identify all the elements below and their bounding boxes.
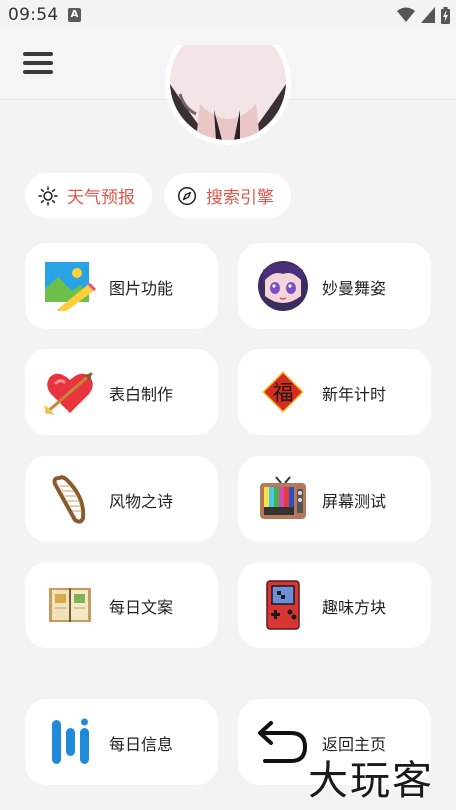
bars-logo-icon: [44, 716, 96, 768]
heart-arrow-icon: [44, 366, 96, 418]
fu-character: 福: [273, 381, 294, 405]
search-engine-chip[interactable]: 搜索引擎: [164, 173, 291, 218]
anime-avatar-icon: [257, 260, 309, 312]
menu-icon[interactable]: [23, 52, 53, 76]
status-icons: [397, 6, 450, 24]
battery-icon: [441, 6, 450, 24]
search-engine-chip-label: 搜索引擎: [206, 188, 274, 208]
card-picture-functions[interactable]: 图片功能: [25, 243, 218, 329]
weather-chip[interactable]: 天气预报: [25, 173, 152, 218]
picture-icon: [44, 260, 96, 312]
compass-icon: [177, 186, 197, 205]
tv-icon: [257, 473, 309, 525]
book-icon: [44, 579, 96, 631]
card-daily-info[interactable]: 每日信息: [25, 699, 218, 785]
card-label: 妙曼舞姿: [322, 279, 387, 298]
card-label: 新年计时: [322, 385, 387, 404]
card-label: 风物之诗: [109, 492, 174, 511]
card-fun-blocks[interactable]: 趣味方块: [238, 562, 431, 648]
watermark: 大玩客: [308, 758, 434, 804]
card-label: 每日文案: [109, 598, 174, 617]
fu-icon: 福: [257, 366, 309, 418]
card-label: 趣味方块: [322, 598, 387, 617]
card-daily-copywriting[interactable]: 每日文案: [25, 562, 218, 648]
card-confession[interactable]: 表白制作: [25, 349, 218, 435]
signal-icon: [421, 7, 435, 23]
avatar-image: [165, 45, 291, 145]
game-console-icon: [257, 579, 309, 631]
profile-avatar[interactable]: [165, 45, 291, 145]
card-label: 表白制作: [109, 385, 174, 404]
notification-icon: A: [68, 8, 81, 22]
card-label: 每日信息: [109, 735, 174, 754]
card-new-year-countdown[interactable]: 福 新年计时: [238, 349, 431, 435]
status-time: 09:54: [8, 5, 59, 25]
card-screen-test[interactable]: 屏幕测试: [238, 456, 431, 542]
back-arrow-icon: [257, 716, 309, 768]
status-bar: 09:54 A: [0, 0, 456, 30]
card-poetry[interactable]: 风物之诗: [25, 456, 218, 542]
card-label: 图片功能: [109, 279, 174, 298]
harp-icon: [44, 473, 96, 525]
card-dance[interactable]: 妙曼舞姿: [238, 243, 431, 329]
card-label: 屏幕测试: [322, 492, 387, 511]
sun-icon: [38, 185, 58, 206]
wifi-icon: [397, 7, 415, 22]
weather-chip-label: 天气预报: [67, 188, 135, 208]
